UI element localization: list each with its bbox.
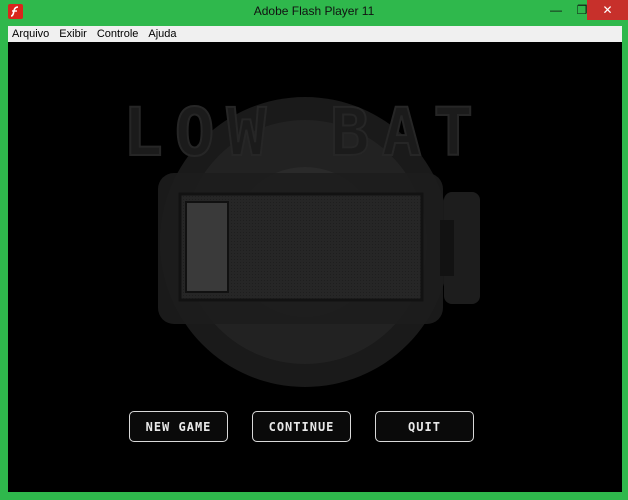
minimize-button[interactable]: — bbox=[543, 0, 569, 20]
close-button[interactable]: ✕ bbox=[587, 0, 628, 20]
menu-ajuda[interactable]: Ajuda bbox=[148, 28, 176, 40]
menu-bar: Arquivo Exibir Controle Ajuda bbox=[8, 26, 622, 42]
quit-button[interactable]: QUIT bbox=[375, 411, 474, 442]
continue-button[interactable]: CONTINUE bbox=[252, 411, 351, 442]
menu-controle[interactable]: Controle bbox=[97, 28, 139, 40]
window-titlebar: Adobe Flash Player 11 — ❐ ✕ bbox=[0, 0, 628, 23]
menu-arquivo[interactable]: Arquivo bbox=[12, 28, 49, 40]
window-title: Adobe Flash Player 11 bbox=[253, 4, 375, 18]
game-title: LOW BAT bbox=[122, 93, 486, 172]
battery-charge-level bbox=[185, 201, 229, 293]
new-game-button[interactable]: NEW GAME bbox=[129, 411, 228, 442]
menu-exibir[interactable]: Exibir bbox=[59, 28, 87, 40]
battery-terminal-slot bbox=[440, 220, 454, 276]
flash-stage[interactable]: LOW BAT NEW GAME CONTINUE QUIT bbox=[8, 42, 622, 492]
